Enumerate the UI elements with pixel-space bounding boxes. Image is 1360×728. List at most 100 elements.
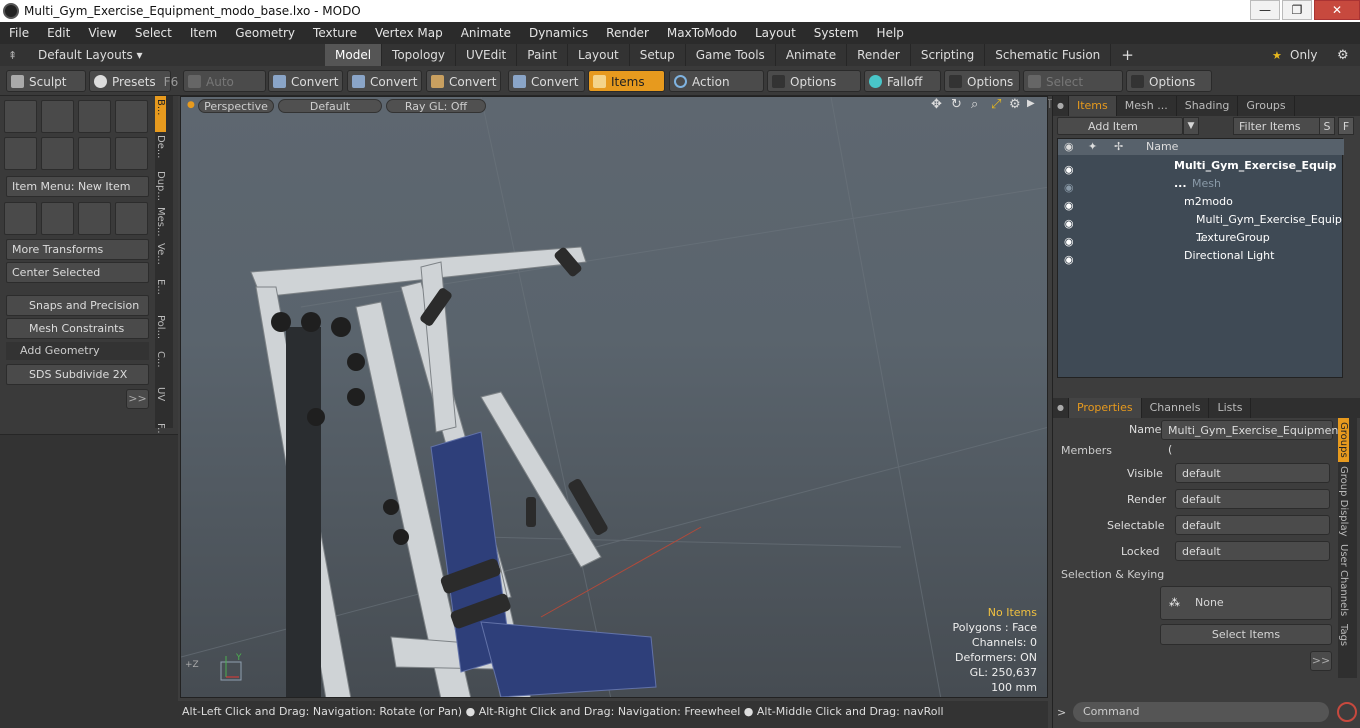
convert-button-3[interactable]: Convert (426, 70, 501, 92)
name-field[interactable]: Multi_Gym_Exercise_Equipment ( (1161, 420, 1343, 456)
tab-channels[interactable]: Channels (1142, 398, 1210, 418)
eye-icon[interactable]: ◉ (1064, 179, 1074, 194)
menu-dynamics[interactable]: Dynamics (520, 26, 597, 40)
tab-layout[interactable]: Layout (568, 44, 630, 66)
shading-dropdown[interactable]: Default (278, 99, 382, 113)
tab-lists[interactable]: Lists (1209, 398, 1252, 418)
menu-system[interactable]: System (805, 26, 868, 40)
add-geometry-header[interactable]: Add Geometry (6, 342, 149, 360)
vtab-deform[interactable]: De... (155, 132, 166, 168)
locked-dropdown[interactable]: default (1175, 541, 1330, 561)
menu-maxtomodo[interactable]: MaxToModo (658, 26, 746, 40)
vtab-polygon[interactable]: Pol... (155, 312, 166, 348)
menu-texture[interactable]: Texture (304, 26, 366, 40)
tab-shading[interactable]: Shading (1177, 96, 1239, 116)
tab-setup[interactable]: Setup (630, 44, 686, 66)
items-mode-button[interactable]: Items (588, 70, 665, 92)
snaps-precision-button[interactable]: Snaps and Precision (6, 295, 149, 316)
tab-mesh[interactable]: Mesh ... (1117, 96, 1177, 116)
menu-help[interactable]: Help (868, 26, 913, 40)
list-item[interactable]: ◉ Mesh (1058, 175, 1344, 194)
command-input[interactable]: Command (1073, 702, 1329, 722)
tab-render[interactable]: Render (847, 44, 911, 66)
tab-paint[interactable]: Paint (517, 44, 568, 66)
menu-item[interactable]: Item (181, 26, 226, 40)
vtab-user-channels[interactable]: User Channels (1338, 540, 1349, 620)
vtab-basic[interactable]: B... (155, 96, 166, 132)
options-button-2[interactable]: Options (944, 70, 1020, 92)
menu-render[interactable]: Render (597, 26, 658, 40)
vtab-group-display[interactable]: Group Display (1338, 462, 1349, 540)
torus-primitive-icon[interactable] (4, 137, 37, 170)
perspective-dropdown[interactable]: Perspective (198, 99, 274, 113)
menu-geometry[interactable]: Geometry (226, 26, 304, 40)
options-button-3[interactable]: Options (1126, 70, 1212, 92)
convert-button-4[interactable]: Convert (508, 70, 585, 92)
uv-cube-icon[interactable] (78, 202, 111, 235)
add-item-button[interactable]: Add Item (1057, 117, 1183, 135)
close-button[interactable]: ✕ (1314, 0, 1360, 20)
text-tool-icon[interactable] (115, 137, 148, 170)
record-icon[interactable] (1337, 702, 1357, 722)
vtab-vertex[interactable]: Ve... (155, 240, 166, 276)
filter-s-button[interactable]: S (1319, 117, 1335, 135)
add-tab-button[interactable]: + (1111, 44, 1144, 66)
eye-icon[interactable]: ◉ (1064, 161, 1074, 176)
viewport-settings-icon[interactable]: ⚙ (1009, 97, 1021, 112)
minimize-button[interactable]: — (1250, 0, 1280, 20)
list-item[interactable]: ◉ Directional Light (1058, 247, 1344, 266)
list-item[interactable]: ◉ TextureGroup (1058, 229, 1344, 248)
eye-icon[interactable]: ◉ (1064, 233, 1074, 248)
select-through-button[interactable]: Select Through (1023, 70, 1123, 111)
tab-game-tools[interactable]: Game Tools (686, 44, 776, 66)
action-center-button[interactable]: Action Center (669, 70, 764, 111)
falloff-button[interactable]: Falloff (864, 70, 941, 92)
filter-f-button[interactable]: F (1338, 117, 1354, 135)
more-properties-button[interactable]: >> (1310, 651, 1332, 671)
plane-icon[interactable] (115, 202, 148, 235)
eye-icon[interactable]: ◉ (1064, 215, 1074, 230)
selectable-dropdown[interactable]: default (1175, 515, 1330, 535)
menu-view[interactable]: View (79, 26, 125, 40)
menu-animate[interactable]: Animate (452, 26, 520, 40)
select-items-button[interactable]: Select Items (1160, 624, 1332, 645)
sds-subdivide-button[interactable]: SDS Subdivide 2X (6, 364, 149, 385)
rotate-icon[interactable]: ↻ (951, 97, 962, 112)
eye-icon[interactable]: ◉ (1064, 251, 1074, 266)
add-item-dropdown-arrow[interactable]: ▼ (1183, 117, 1199, 135)
menu-select[interactable]: Select (126, 26, 181, 40)
options-button-1[interactable]: Options (767, 70, 861, 92)
tab-items[interactable]: Items (1068, 96, 1117, 116)
vtab-duplicate[interactable]: Dup... (155, 168, 166, 204)
sphere-primitive-icon[interactable] (41, 100, 74, 133)
pan-icon[interactable]: ✥ (931, 97, 942, 112)
sculpt-button[interactable]: Sculpt (6, 70, 86, 92)
menu-vertex-map[interactable]: Vertex Map (366, 26, 452, 40)
panel-menu-icon[interactable]: ● (1053, 398, 1069, 418)
menu-layout[interactable]: Layout (746, 26, 805, 40)
list-item[interactable]: ◉ m2modo (1058, 193, 1344, 212)
eye-icon[interactable]: ◉ (1064, 197, 1074, 212)
transform-icon[interactable] (4, 202, 37, 235)
members-header[interactable]: Members (1061, 444, 1112, 457)
tab-scripting[interactable]: Scripting (911, 44, 986, 66)
more-transforms-dropdown[interactable]: More Transforms (6, 239, 149, 260)
render-column-icon[interactable]: ✢ (1114, 139, 1123, 155)
maximize-button[interactable]: ❐ (1282, 0, 1312, 20)
vtab-tags[interactable]: Tags (1338, 620, 1349, 650)
convert-button-1[interactable]: Convert (268, 70, 343, 92)
zoom-icon[interactable]: ⌕ (971, 97, 978, 112)
tab-animate[interactable]: Animate (776, 44, 848, 66)
fit-icon[interactable]: ⤢ (991, 97, 1001, 112)
center-selected-dropdown[interactable]: Center Selected (6, 262, 149, 283)
vtab-edge[interactable]: E... (155, 276, 166, 312)
panel-menu-icon[interactable]: ● (1053, 96, 1069, 116)
viewport-expand-icon[interactable]: ▶ (1027, 98, 1035, 109)
pen-tool-icon[interactable] (78, 137, 111, 170)
capsule-primitive-icon[interactable] (41, 137, 74, 170)
tab-topology[interactable]: Topology (382, 44, 457, 66)
3d-viewport[interactable]: Y +Z ● Perspective Default Ray GL: Off ✥… (180, 96, 1048, 698)
grid-icon[interactable] (41, 202, 74, 235)
convert-button-2[interactable]: Convert (347, 70, 422, 92)
auto-select-button[interactable]: Auto Select (183, 70, 266, 111)
